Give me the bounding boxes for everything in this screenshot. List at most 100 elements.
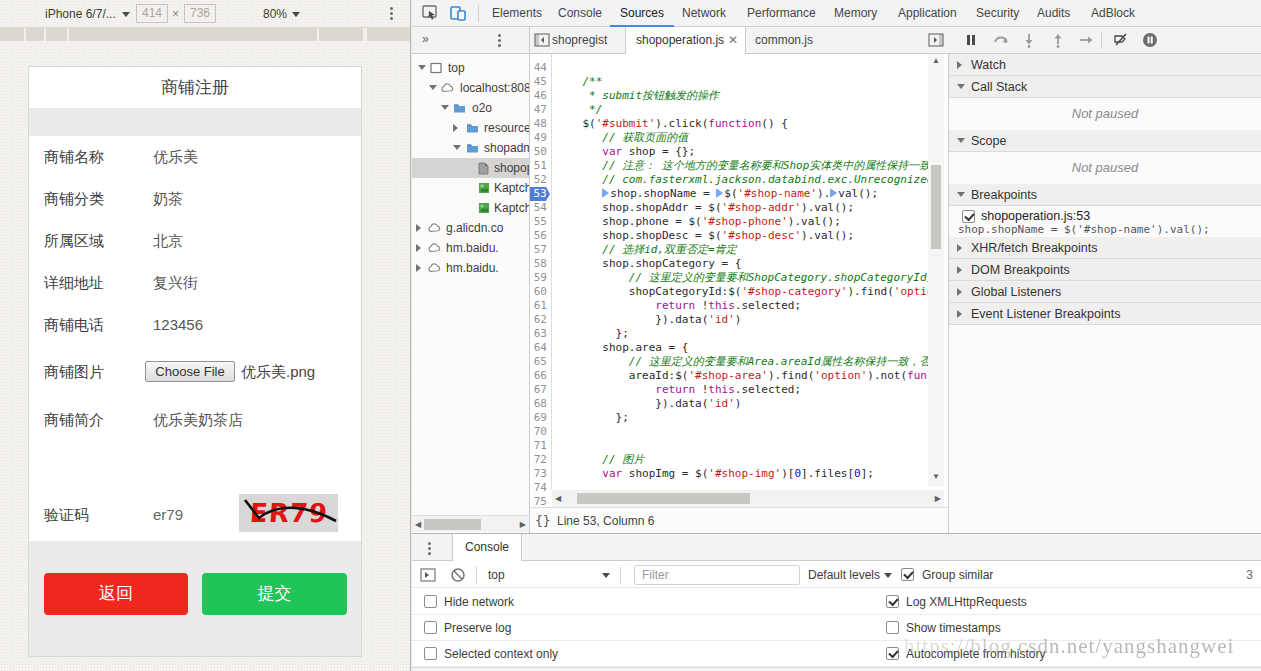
field-value[interactable]: 优乐美奶茶店 bbox=[153, 411, 243, 430]
tree-item-kaptcha[interactable]: Kaptcha bbox=[412, 198, 530, 218]
line-number[interactable]: 46 bbox=[530, 89, 547, 103]
sidebar-section-breakpoints[interactable]: Breakpoints bbox=[949, 184, 1261, 206]
pretty-print-icon[interactable]: {} bbox=[535, 513, 551, 528]
code-line-57[interactable]: 57// 选择id,双重否定=肯定 bbox=[530, 243, 928, 257]
tree-arrow-icon[interactable] bbox=[416, 224, 421, 232]
code-line-46[interactable]: 46 * submit按钮触发的操作 bbox=[530, 89, 928, 103]
line-number[interactable]: 56 bbox=[530, 229, 547, 243]
line-number[interactable]: 50 bbox=[530, 145, 547, 159]
submit-button[interactable]: 提交 bbox=[202, 573, 347, 615]
code-line-62[interactable]: 62}).data('id') bbox=[530, 313, 928, 327]
line-number[interactable]: 66 bbox=[530, 369, 547, 383]
field-value[interactable]: 北京 bbox=[153, 232, 183, 251]
sidebar-section-dom-breakpoints[interactable]: DOM Breakpoints bbox=[949, 259, 1261, 281]
devtools-tab-elements[interactable]: Elements bbox=[482, 0, 552, 26]
code-line-69[interactable]: 69}; bbox=[530, 411, 928, 425]
code-line-71[interactable]: 71 bbox=[530, 439, 928, 453]
step-over-icon[interactable] bbox=[993, 32, 1009, 48]
breakpoint-marker[interactable]: 53 bbox=[530, 187, 550, 201]
navigator-menu-icon[interactable] bbox=[498, 34, 501, 49]
line-number[interactable]: 68 bbox=[530, 397, 547, 411]
code-line-61[interactable]: 61return !this.selected; bbox=[530, 299, 928, 313]
section-arrow-icon[interactable] bbox=[957, 244, 962, 252]
pause-script-icon[interactable] bbox=[963, 32, 979, 48]
media-query-segment[interactable] bbox=[26, 28, 44, 41]
show-console-sidebar-icon[interactable] bbox=[420, 567, 436, 583]
code-line-68[interactable]: 68}).data('id') bbox=[530, 397, 928, 411]
captcha-image[interactable]: ER79 bbox=[239, 494, 338, 532]
code-line-67[interactable]: 67return !this.selected; bbox=[530, 383, 928, 397]
captcha-input[interactable]: er79 bbox=[153, 506, 183, 523]
tree-arrow-icon[interactable] bbox=[418, 65, 426, 70]
code-line-65[interactable]: 65// 这里定义的变量要和Area.areaId属性名称保持一致，否 bbox=[530, 355, 928, 369]
scroll-left-icon[interactable]: ◀ bbox=[415, 520, 421, 529]
code-line-58[interactable]: 58shop.shopCategory = { bbox=[530, 257, 928, 271]
file-tab-common[interactable]: common.js bbox=[755, 27, 813, 53]
tree-arrow-icon[interactable] bbox=[416, 244, 421, 252]
line-number[interactable]: 54 bbox=[530, 201, 547, 215]
tree-item-o2o[interactable]: o2o bbox=[412, 98, 530, 118]
media-query-segment[interactable] bbox=[46, 28, 67, 41]
scrollbar-thumb[interactable] bbox=[931, 165, 941, 249]
section-arrow-icon[interactable] bbox=[957, 138, 965, 143]
code-line-45[interactable]: 45/** bbox=[530, 75, 928, 89]
pause-on-exceptions-icon[interactable] bbox=[1142, 32, 1158, 48]
step-icon[interactable] bbox=[1078, 32, 1094, 48]
step-out-icon[interactable] bbox=[1050, 32, 1066, 48]
line-number[interactable]: 55 bbox=[530, 215, 547, 229]
devtools-tab-performance[interactable]: Performance bbox=[737, 0, 826, 26]
deactivate-breakpoints-icon[interactable] bbox=[1113, 32, 1129, 48]
code-line-66[interactable]: 66areaId:$('#shop-area').find('option').… bbox=[530, 369, 928, 383]
line-number[interactable]: 48 bbox=[530, 117, 547, 131]
tree-arrow-icon[interactable] bbox=[453, 145, 461, 150]
scrollbar-thumb[interactable] bbox=[577, 493, 750, 504]
breakpoint-entry[interactable]: shopoperation.js:53shop.shopName = $('#s… bbox=[949, 206, 1261, 237]
sidebar-section-global-listeners[interactable]: Global Listeners bbox=[949, 281, 1261, 303]
checkbox[interactable] bbox=[424, 621, 437, 634]
device-toolbar-icon[interactable] bbox=[450, 5, 466, 21]
media-query-bar[interactable] bbox=[0, 28, 410, 41]
code-line-60[interactable]: 60shopCategoryId:$('#shop-category').fin… bbox=[530, 285, 928, 299]
line-number[interactable]: 62 bbox=[530, 313, 547, 327]
line-number[interactable]: 63 bbox=[530, 327, 547, 341]
scroll-down-icon[interactable]: ▼ bbox=[932, 472, 940, 481]
code-line-72[interactable]: 72// 图片 bbox=[530, 453, 928, 467]
section-arrow-icon[interactable] bbox=[957, 288, 962, 296]
section-arrow-icon[interactable] bbox=[957, 310, 962, 318]
scroll-left-icon[interactable]: ◀ bbox=[555, 494, 561, 503]
code-line-49[interactable]: 49// 获取页面的值 bbox=[530, 131, 928, 145]
scroll-right-icon[interactable]: ▶ bbox=[520, 520, 526, 529]
devtools-tab-sources[interactable]: Sources bbox=[610, 0, 674, 27]
more-tabs-icon[interactable]: » bbox=[422, 32, 429, 46]
line-number[interactable]: 51 bbox=[530, 159, 547, 173]
code-line-47[interactable]: 47 */ bbox=[530, 103, 928, 117]
line-number[interactable]: 69 bbox=[530, 411, 547, 425]
sidebar-section-watch[interactable]: Watch bbox=[949, 54, 1261, 76]
section-arrow-icon[interactable] bbox=[957, 192, 965, 197]
navigator-horizontal-scrollbar[interactable]: ◀▶ bbox=[412, 515, 529, 532]
devtools-tab-audits[interactable]: Audits bbox=[1027, 0, 1080, 26]
line-number[interactable]: 57 bbox=[530, 243, 547, 257]
line-number[interactable]: 49 bbox=[530, 131, 547, 145]
code-line-52[interactable]: 52// com.fasterxml.jackson.databind.exc.… bbox=[530, 173, 928, 187]
tree-item-shopadmin[interactable]: shopadmin bbox=[412, 138, 530, 158]
section-arrow-icon[interactable] bbox=[957, 61, 962, 69]
line-number[interactable]: 65 bbox=[530, 355, 547, 369]
editor-horizontal-scrollbar[interactable]: ◀ ▶ bbox=[552, 490, 944, 507]
tree-item-g-alicdn-co[interactable]: g.alicdn.co bbox=[412, 218, 530, 238]
inline-breakpoint-icon[interactable] bbox=[602, 188, 609, 198]
code-line-55[interactable]: 55shop.phone = $('#shop-phone').val(); bbox=[530, 215, 928, 229]
tree-arrow-icon[interactable] bbox=[453, 124, 458, 132]
line-number[interactable]: 71 bbox=[530, 439, 547, 453]
devtools-tab-security[interactable]: Security bbox=[966, 0, 1029, 26]
media-query-segment[interactable] bbox=[0, 28, 24, 41]
media-query-segment[interactable] bbox=[319, 28, 363, 41]
media-query-segment[interactable] bbox=[367, 28, 410, 41]
code-line-44[interactable]: 44 bbox=[530, 61, 928, 75]
field-value[interactable]: 123456 bbox=[153, 316, 203, 333]
field-value[interactable]: 复兴街 bbox=[153, 274, 198, 293]
checkbox[interactable] bbox=[886, 595, 899, 608]
tree-item-hm-baidu-[interactable]: hm.baidu. bbox=[412, 258, 530, 278]
device-toolbar-menu-icon[interactable] bbox=[390, 7, 394, 22]
scrollbar-thumb[interactable] bbox=[424, 519, 481, 530]
